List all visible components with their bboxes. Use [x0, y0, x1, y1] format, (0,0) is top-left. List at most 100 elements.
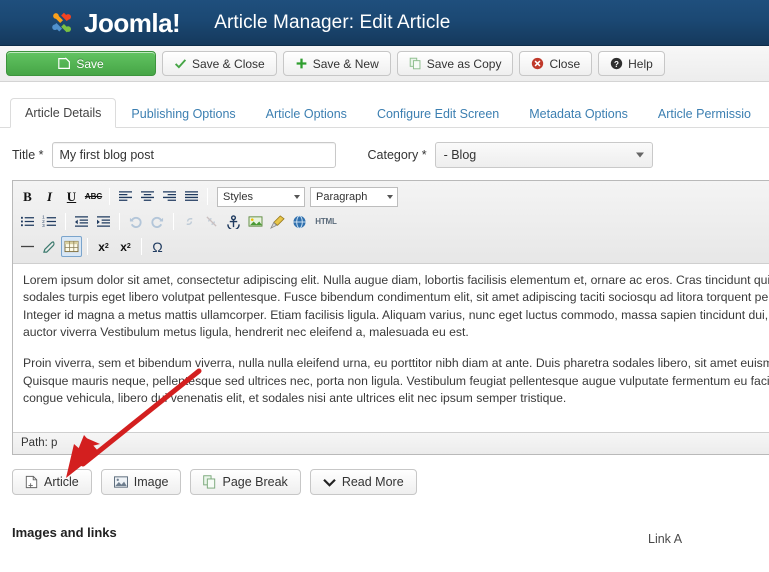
- help-button-label: Help: [628, 56, 653, 71]
- close-button-label: Close: [549, 56, 581, 71]
- underline-icon[interactable]: U: [61, 186, 82, 207]
- action-toolbar: Save Save & Close Save & New Save as Cop…: [0, 46, 769, 82]
- toolbar-separator: [65, 213, 66, 230]
- numbered-list-icon[interactable]: 123: [39, 211, 60, 232]
- align-justify-icon[interactable]: [181, 186, 202, 207]
- strikethrough-icon[interactable]: ABC: [83, 186, 104, 207]
- toolbar-separator: [141, 238, 142, 255]
- horizontal-rule-icon[interactable]: [17, 236, 38, 257]
- editor-toolbar-row-2: 123 HTML: [17, 209, 769, 234]
- title-label: Title *: [12, 148, 44, 162]
- section-title: Images and links: [12, 525, 117, 540]
- joomla-logo-text: Joomla!: [84, 7, 181, 38]
- outdent-icon[interactable]: [71, 211, 92, 232]
- paragraph-format-select[interactable]: Paragraph: [310, 186, 398, 207]
- toolbar-separator: [119, 213, 120, 230]
- save-and-new-button[interactable]: Save & New: [282, 51, 391, 76]
- insert-page-break-button[interactable]: Page Break: [190, 469, 301, 495]
- save-and-close-button[interactable]: Save & Close: [162, 51, 277, 76]
- editor-content-area[interactable]: Lorem ipsum dolor sit amet, consectetur …: [13, 264, 769, 432]
- title-category-row: Title * Category * - Blog: [0, 128, 769, 180]
- tab-article-permissions[interactable]: Article Permissio: [643, 99, 766, 129]
- anchor-icon[interactable]: [223, 211, 244, 232]
- insert-page-break-label: Page Break: [222, 475, 288, 489]
- align-right-icon[interactable]: [159, 186, 180, 207]
- insert-article-button[interactable]: Article: [12, 469, 92, 495]
- tab-configure-edit-screen[interactable]: Configure Edit Screen: [362, 99, 514, 129]
- title-input[interactable]: [51, 142, 336, 168]
- unlink-icon[interactable]: [201, 211, 222, 232]
- styles-select-value: Styles: [223, 190, 253, 203]
- save-as-copy-button[interactable]: Save as Copy: [396, 51, 514, 76]
- bold-icon[interactable]: B: [17, 186, 38, 207]
- bullet-list-icon[interactable]: [17, 211, 38, 232]
- html-source-icon[interactable]: HTML: [311, 211, 341, 232]
- save-button-label: Save: [76, 56, 104, 71]
- app-header: Joomla! Article Manager: Edit Article: [0, 0, 769, 46]
- svg-text:?: ?: [614, 60, 619, 69]
- check-icon: [174, 59, 187, 69]
- joomla-logo-icon: [52, 12, 71, 32]
- image-icon: [113, 476, 128, 488]
- joomla-edit-article-page: Joomla! Article Manager: Edit Article Sa…: [0, 0, 769, 572]
- cancel-circle-icon: [532, 57, 544, 70]
- editor-insert-buttons: Article Image Page Break Read More: [0, 455, 769, 495]
- insert-image-button[interactable]: Image: [100, 469, 182, 495]
- subscript-icon[interactable]: x2: [93, 236, 114, 257]
- styles-select[interactable]: Styles: [217, 186, 305, 207]
- link-icon[interactable]: [179, 211, 200, 232]
- joomla-logo[interactable]: Joomla!: [48, 7, 181, 38]
- image-icon[interactable]: [245, 211, 266, 232]
- editor-paragraph-1: Lorem ipsum dolor sit amet, consectetur …: [23, 273, 769, 339]
- insert-read-more-button[interactable]: Read More: [309, 469, 417, 495]
- help-button[interactable]: ? Help: [598, 51, 665, 76]
- page-break-icon: [203, 475, 216, 489]
- editor-paragraph-2: Proin viverra, sem et bibendum viverra, …: [23, 356, 769, 405]
- tab-bar: Article Details Publishing Options Artic…: [0, 92, 769, 128]
- editor-toolbar-row-1: B I U ABC Styles Paragraph: [17, 184, 769, 209]
- tab-publishing-options[interactable]: Publishing Options: [116, 99, 250, 129]
- redo-icon[interactable]: [147, 211, 168, 232]
- save-as-copy-label: Save as Copy: [426, 56, 502, 71]
- tab-article-options[interactable]: Article Options: [251, 99, 362, 129]
- svg-text:3: 3: [42, 223, 45, 228]
- editor-path-status: Path: p: [13, 432, 769, 454]
- tab-metadata-options[interactable]: Metadata Options: [514, 99, 643, 129]
- toolbar-separator: [87, 238, 88, 255]
- save-disk-icon: [58, 57, 71, 69]
- chevron-down-icon: [387, 194, 393, 199]
- omega-icon[interactable]: Ω: [147, 236, 168, 257]
- align-left-icon[interactable]: [115, 186, 136, 207]
- article-icon: [25, 475, 38, 489]
- toolbar-separator: [109, 188, 110, 205]
- plus-icon: [296, 58, 307, 69]
- paintbrush-icon[interactable]: [267, 211, 288, 232]
- save-button[interactable]: Save: [6, 51, 156, 76]
- save-and-close-label: Save & Close: [192, 56, 265, 71]
- toolbar-separator: [173, 213, 174, 230]
- chevron-down-icon: [635, 152, 644, 158]
- category-select[interactable]: - Blog: [434, 142, 653, 168]
- question-circle-icon: ?: [610, 57, 623, 70]
- save-and-new-label: Save & New: [312, 56, 379, 71]
- page-title: Article Manager: Edit Article: [214, 11, 451, 33]
- tab-article-details[interactable]: Article Details: [10, 97, 117, 128]
- editor-toolbar: B I U ABC Styles Paragraph 1 2 3 HTML x …: [13, 181, 769, 264]
- insert-image-label: Image: [133, 475, 169, 489]
- align-center-icon[interactable]: [137, 186, 158, 207]
- superscript-icon[interactable]: x2: [115, 236, 136, 257]
- undo-icon[interactable]: [125, 211, 146, 232]
- category-selected-value: - Blog: [443, 148, 477, 162]
- globe-help-icon[interactable]: [289, 211, 310, 232]
- category-label: Category *: [367, 148, 427, 162]
- close-button[interactable]: Close: [519, 51, 593, 76]
- italic-icon[interactable]: I: [39, 186, 60, 207]
- copy-icon: [409, 57, 421, 70]
- chevron-down-icon: [294, 194, 300, 199]
- indent-icon[interactable]: [93, 211, 114, 232]
- editor-toolbar-row-3: x2 x2 Ω: [17, 234, 769, 259]
- insert-read-more-label: Read More: [341, 475, 404, 489]
- table-icon[interactable]: [61, 236, 82, 257]
- eraser-icon[interactable]: [39, 236, 60, 257]
- insert-article-label: Article: [44, 475, 79, 489]
